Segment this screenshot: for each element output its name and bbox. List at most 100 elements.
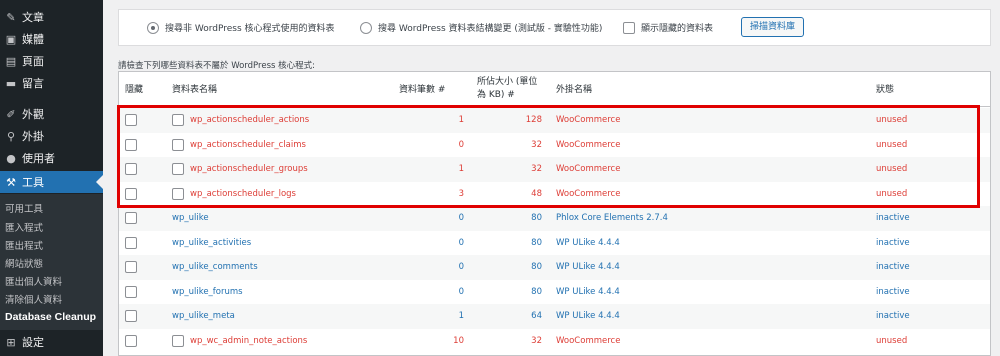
- menu-item-comments[interactable]: ▬ 留言: [0, 72, 103, 94]
- select-table-checkbox[interactable]: [172, 114, 184, 127]
- brush-icon: ✐: [6, 107, 16, 121]
- plugin-name: WooCommerce: [556, 139, 621, 150]
- row-count: 1: [458, 164, 464, 175]
- menu-item-settings[interactable]: ⊞ 設定: [0, 331, 103, 353]
- table-size: 80: [531, 213, 542, 224]
- menu-label: 留言: [22, 77, 44, 90]
- menu-item-tools[interactable]: ⚒ 工具: [0, 171, 103, 193]
- table-row: wp_ulike_activities 0 80 WP ULike 4.4.4 inac…: [119, 231, 990, 256]
- hide-checkbox[interactable]: [125, 212, 137, 225]
- radio-schema-changes[interactable]: 搜尋 WordPress 資料表結構變更 (測試版 - 實驗性功能): [360, 21, 602, 34]
- menu-item-appearance[interactable]: ✐ 外觀: [0, 103, 103, 125]
- submenu-available-tools[interactable]: 可用工具: [5, 201, 43, 215]
- show-hidden-checkbox[interactable]: [623, 21, 635, 34]
- submenu-export[interactable]: 匯出程式: [5, 238, 43, 252]
- header-size-line2: 為 KB) #: [477, 90, 515, 100]
- hide-checkbox[interactable]: [125, 285, 137, 298]
- row-count: 1: [458, 115, 464, 126]
- submenu-site-health[interactable]: 網站狀態: [5, 256, 43, 270]
- user-icon: ●: [6, 151, 16, 165]
- radio-button[interactable]: [360, 21, 372, 34]
- table-row: wp_actionscheduler_claims 0 32 WooCommerce u…: [119, 133, 990, 158]
- row-count: 0: [458, 237, 464, 248]
- tools-submenu: 可用工具 匯入程式 匯出程式 網站狀態 匯出個人資料 清除個人資料 Databa…: [0, 194, 103, 330]
- radio-non-core-tables[interactable]: 搜尋非 WordPress 核心程式使用的資料表: [147, 21, 335, 34]
- plugin-name: WP ULike 4.4.4: [556, 286, 620, 297]
- table-status: inactive: [876, 262, 910, 273]
- tables-list: 隱藏 資料表名稱 資料筆數 # 所佔大小 (單位 為 KB) # 外掛名稱 狀態…: [118, 71, 991, 356]
- table-name: wp_actionscheduler_groups: [190, 164, 308, 175]
- menu-label: 外掛: [22, 130, 44, 143]
- table-size: 64: [531, 311, 542, 322]
- radio-label: 搜尋 WordPress 資料表結構變更 (測試版 - 實驗性功能): [378, 24, 603, 34]
- menu-item-pages[interactable]: ▤ 頁面: [0, 50, 103, 72]
- table-size: 80: [531, 262, 542, 273]
- plugin-name: WP ULike 4.4.4: [556, 262, 620, 273]
- submenu-export-personal-data[interactable]: 匯出個人資料: [5, 274, 62, 288]
- table-row: wp_ulike_meta 1 64 WP ULike 4.4.4 inactive: [119, 304, 990, 329]
- plugin-name: WP ULike 4.4.4: [556, 311, 620, 322]
- hide-checkbox[interactable]: [125, 236, 137, 249]
- hide-checkbox[interactable]: [125, 310, 137, 323]
- settings-icon: ⊞: [6, 335, 16, 349]
- table-row: wp_ulike_forums 0 80 WP ULike 4.4.4 inactive: [119, 280, 990, 305]
- radio-button[interactable]: [147, 21, 159, 34]
- hide-checkbox[interactable]: [125, 187, 137, 200]
- row-count: 0: [458, 139, 464, 150]
- select-table-checkbox[interactable]: [172, 334, 184, 347]
- hide-checkbox[interactable]: [125, 163, 137, 176]
- table-name: wp_ulike: [172, 213, 209, 224]
- header-hide: 隱藏: [125, 85, 144, 95]
- table-name: wp_actionscheduler_actions: [190, 115, 310, 126]
- row-count: 0: [458, 262, 464, 273]
- header-status: 狀態: [876, 85, 895, 95]
- table-size: 32: [531, 335, 542, 346]
- main-content: 搜尋非 WordPress 核心程式使用的資料表 搜尋 WordPress 資料…: [103, 0, 1000, 356]
- table-row: wp_actionscheduler_logs 3 48 WooCommerce unu…: [119, 182, 990, 207]
- plugin-name: WooCommerce: [556, 164, 621, 175]
- menu-item-posts[interactable]: ✎ 文章: [0, 6, 103, 28]
- show-hidden-tables-option[interactable]: 顯示隱藏的資料表: [623, 21, 713, 34]
- page-icon: ▤: [5, 54, 17, 68]
- header-plugin-name: 外掛名稱: [556, 85, 593, 95]
- radio-label: 搜尋非 WordPress 核心程式使用的資料表: [165, 24, 335, 34]
- menu-label: 文章: [22, 11, 44, 24]
- header-row-count: 資料筆數 #: [399, 85, 446, 95]
- select-table-checkbox[interactable]: [172, 187, 184, 200]
- scan-database-button[interactable]: 掃描資料庫: [741, 17, 805, 37]
- submenu-erase-personal-data[interactable]: 清除個人資料: [5, 292, 62, 306]
- table-name: wp_ulike_meta: [172, 311, 235, 322]
- table-size: 48: [531, 188, 542, 199]
- table-name: wp_actionscheduler_logs: [190, 188, 296, 199]
- table-status: unused: [876, 115, 908, 126]
- hide-checkbox[interactable]: [125, 334, 137, 347]
- table-row: wp_wc_admin_note_actions 10 32 WooCommerce u…: [119, 329, 990, 354]
- table-status: unused: [876, 139, 908, 150]
- pin-icon: ✎: [6, 10, 16, 24]
- menu-item-plugins[interactable]: ⚲ 外掛: [0, 125, 103, 147]
- table-size: 80: [531, 237, 542, 248]
- menu-label: 頁面: [22, 55, 44, 68]
- hide-checkbox[interactable]: [125, 138, 137, 151]
- plugin-name: WooCommerce: [556, 335, 621, 346]
- table-row: wp_ulike_comments 0 80 WP ULike 4.4.4 inacti…: [119, 255, 990, 280]
- submenu-database-cleanup[interactable]: Database Cleanup: [5, 311, 96, 323]
- submenu-import[interactable]: 匯入程式: [5, 220, 43, 234]
- hide-checkbox[interactable]: [125, 114, 137, 127]
- table-row: wp_actionscheduler_actions 1 128 WooCommerc…: [119, 108, 990, 133]
- table-status: inactive: [876, 286, 910, 297]
- menu-item-users[interactable]: ● 使用者: [0, 147, 103, 169]
- hide-checkbox[interactable]: [125, 261, 137, 274]
- menu-label: 工具: [22, 176, 44, 189]
- menu-label: 媒體: [22, 33, 44, 46]
- select-table-checkbox[interactable]: [172, 163, 184, 176]
- table-name: wp_actionscheduler_claims: [190, 139, 306, 150]
- row-count: 10: [453, 335, 464, 346]
- comment-icon: ▬: [5, 76, 17, 90]
- admin-sidebar: ✎ 文章 ▣ 媒體 ▤ 頁面 ▬ 留言 ✐ 外觀 ⚲ 外掛 ● 使用者 ⚒ 工具…: [0, 0, 103, 356]
- menu-item-media[interactable]: ▣ 媒體: [0, 28, 103, 50]
- plugin-name: WooCommerce: [556, 115, 621, 126]
- header-table-name: 資料表名稱: [172, 85, 218, 95]
- select-table-checkbox[interactable]: [172, 138, 184, 151]
- table-status: unused: [876, 335, 908, 346]
